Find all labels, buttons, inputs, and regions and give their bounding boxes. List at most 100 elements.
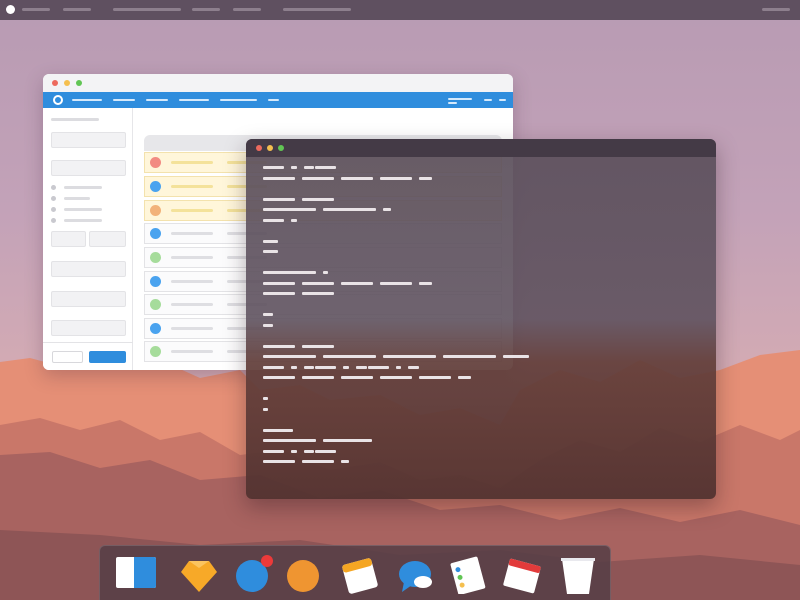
- terminal-token: [263, 166, 285, 169]
- terminal-token: [263, 239, 278, 243]
- nav-link-6[interactable]: [268, 99, 279, 101]
- terminal-output-line: [263, 321, 280, 335]
- close-button[interactable]: [256, 145, 262, 151]
- terminal-token: [457, 376, 471, 379]
- filter-input-5[interactable]: [51, 320, 126, 336]
- terminal-token: [443, 355, 497, 358]
- terminal-token: [291, 218, 297, 222]
- terminal-token: [263, 208, 317, 211]
- firefox-icon[interactable]: [283, 554, 323, 594]
- terminal-token: [408, 365, 420, 369]
- row-avatar-icon: [150, 299, 161, 310]
- terminal-token: [340, 460, 350, 463]
- terminal-token: [323, 271, 329, 274]
- reminders-icon[interactable]: [449, 554, 489, 594]
- terminal-token: [303, 365, 315, 369]
- nav-user-menu-sub: [448, 102, 457, 104]
- radio-option-4[interactable]: [51, 218, 56, 223]
- terminal-token: [379, 281, 412, 285]
- terminal-token: [340, 376, 373, 379]
- minimize-button[interactable]: [64, 80, 70, 86]
- menu-item-help[interactable]: [283, 8, 351, 11]
- terminal-window[interactable]: [246, 139, 716, 499]
- terminal-token: [379, 176, 412, 180]
- nav-user-menu[interactable]: [448, 98, 472, 100]
- menu-item-view[interactable]: [192, 8, 220, 11]
- menu-item-app[interactable]: [22, 8, 50, 11]
- terminal-token: [367, 365, 389, 369]
- filter-button-left[interactable]: [51, 231, 86, 247]
- menu-item-file[interactable]: [63, 8, 91, 11]
- terminal-token: [263, 344, 295, 348]
- terminal-token: [418, 281, 432, 285]
- menu-bar-status-item[interactable]: [762, 8, 790, 11]
- radio-option-1[interactable]: [51, 185, 56, 190]
- terminal-token: [263, 313, 273, 316]
- nav-action-1[interactable]: [484, 99, 492, 101]
- nav-link-4[interactable]: [179, 99, 209, 101]
- nav-link-5[interactable]: [220, 99, 257, 101]
- terminal-token: [323, 355, 377, 358]
- row-avatar-icon: [150, 157, 161, 168]
- apply-button[interactable]: [89, 351, 126, 363]
- radio-option-2[interactable]: [51, 196, 56, 201]
- nav-link-3[interactable]: [146, 99, 168, 101]
- terminal-token: [263, 197, 295, 201]
- radio-label-2: [64, 197, 90, 200]
- terminal-token: [263, 218, 285, 222]
- menu-item-edit[interactable]: [113, 8, 181, 11]
- finder-icon[interactable]: [116, 554, 156, 594]
- nav-action-2[interactable]: [499, 99, 506, 101]
- filter-button-right[interactable]: [89, 231, 126, 247]
- terminal-token: [263, 323, 273, 327]
- row-avatar-icon: [150, 276, 161, 287]
- filter-input-1[interactable]: [51, 132, 126, 148]
- terminal-token: [503, 355, 529, 358]
- filter-input-4[interactable]: [51, 291, 126, 307]
- terminal-token: [303, 166, 315, 169]
- zoom-button[interactable]: [278, 145, 284, 151]
- row-title: [171, 280, 213, 283]
- row-title: [171, 256, 213, 259]
- terminal-token: [263, 428, 293, 432]
- sidebar-footer: [43, 342, 133, 370]
- terminal-token: [263, 176, 295, 180]
- terminal-token: [315, 365, 337, 369]
- row-avatar-icon: [150, 252, 161, 263]
- filter-input-3[interactable]: [51, 261, 126, 277]
- zoom-button[interactable]: [76, 80, 82, 86]
- terminal-token: [263, 281, 295, 285]
- terminal-token: [301, 197, 334, 201]
- terminal-token: [263, 449, 285, 453]
- terminal-token: [263, 376, 295, 379]
- close-button[interactable]: [52, 80, 58, 86]
- radio-option-3[interactable]: [51, 207, 56, 212]
- notes-icon[interactable]: [340, 554, 380, 594]
- menu-item-window[interactable]: [233, 8, 261, 11]
- row-title: [171, 232, 213, 235]
- app-logo-icon[interactable]: [53, 95, 63, 105]
- calendar-icon[interactable]: [502, 554, 542, 594]
- terminal-token: [383, 355, 437, 358]
- terminal-token: [291, 365, 297, 369]
- browser-titlebar[interactable]: [43, 74, 513, 92]
- terminal-token: [263, 292, 295, 295]
- mail-icon[interactable]: [234, 554, 274, 594]
- apple-icon[interactable]: [6, 5, 15, 14]
- trash-icon[interactable]: [558, 554, 598, 594]
- terminal-token: [323, 208, 377, 211]
- terminal-titlebar[interactable]: [246, 139, 716, 157]
- terminal-token: [301, 176, 334, 180]
- filter-input-2[interactable]: [51, 160, 126, 176]
- row-title: [171, 327, 213, 330]
- cancel-button[interactable]: [52, 351, 83, 363]
- minimize-button[interactable]: [267, 145, 273, 151]
- terminal-output-line: [263, 373, 478, 387]
- sketch-icon[interactable]: [179, 554, 219, 594]
- nav-link-2[interactable]: [113, 99, 135, 101]
- terminal-token: [340, 176, 373, 180]
- terminal-token: [263, 439, 317, 442]
- messages-icon[interactable]: [396, 554, 436, 594]
- terminal-token: [418, 376, 451, 379]
- nav-link-1[interactable]: [72, 99, 102, 101]
